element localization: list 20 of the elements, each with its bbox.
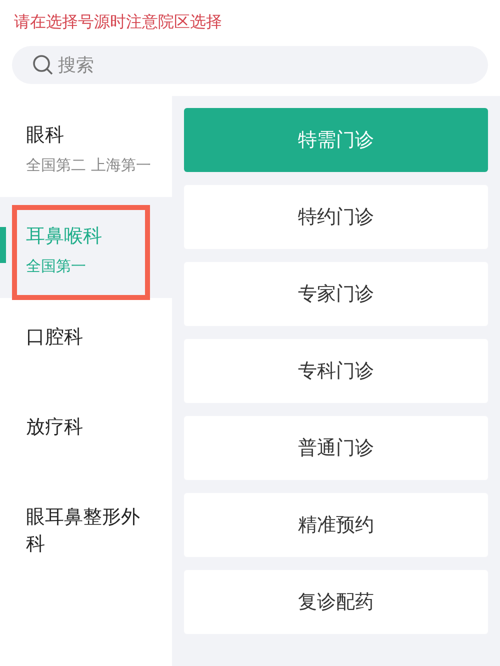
clinic-type-button[interactable]: 特约门诊 [184,185,488,249]
notice-text: 请在选择号源时注意院区选择 [13,11,223,33]
search-field[interactable]: 搜索 [12,46,488,84]
department-name: 眼耳鼻整形外科 [26,505,141,557]
clinic-type-button[interactable]: 复诊配药 [184,570,488,634]
department-item[interactable]: 眼科 全国第二 上海第一 [0,96,172,197]
department-note: 全国第二 上海第一 [26,155,152,176]
selection-indicator [0,227,6,263]
clinic-type-button[interactable]: 普通门诊 [184,416,488,480]
department-item[interactable]: 眼耳鼻整形外科 [0,478,172,578]
clinic-type-button[interactable]: 专家门诊 [184,262,488,326]
clinic-type-button[interactable]: 专科门诊 [184,339,488,403]
department-name: 口腔科 [26,325,84,350]
department-item[interactable]: 口腔科 [0,298,172,388]
department-name: 耳鼻喉科 [26,224,103,249]
department-note: 全国第一 [26,256,87,277]
department-name: 眼科 [26,123,65,148]
department-name: 放疗科 [26,415,84,440]
department-item[interactable]: 放疗科 [0,388,172,478]
clinic-type-button[interactable]: 精准预约 [184,493,488,557]
